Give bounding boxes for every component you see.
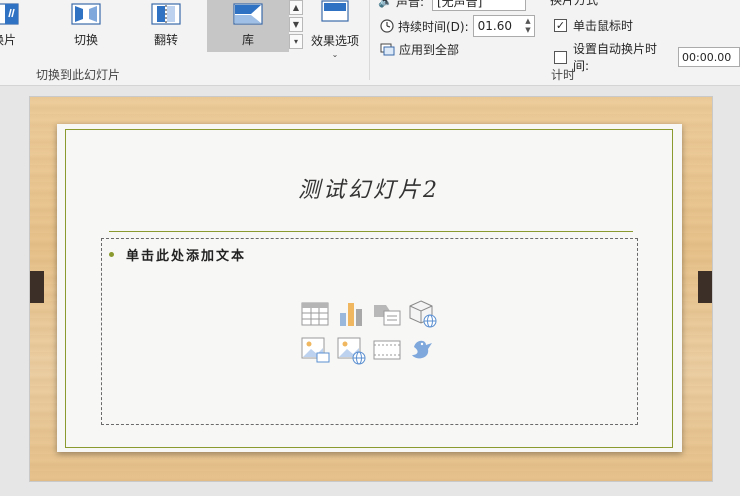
video-icon[interactable] xyxy=(372,335,402,365)
gallery-scroll-down[interactable]: ▼ xyxy=(289,17,303,32)
transition-cut[interactable]: 换片 xyxy=(0,0,30,52)
transition-switch-label: 切换 xyxy=(73,33,98,47)
duration-label: 持续时间(D): xyxy=(398,19,469,34)
picture-icon[interactable] xyxy=(300,335,330,365)
gallery-more-button[interactable]: ▾ xyxy=(289,34,303,49)
spinner-arrows-icon[interactable]: ▲ ▼ xyxy=(525,17,533,35)
3d-model-icon[interactable] xyxy=(408,299,438,329)
slide-title[interactable]: 测试幻灯片2 xyxy=(65,172,673,204)
after-time-field[interactable]: 00:00.00 xyxy=(678,47,740,67)
switch-transition-icon xyxy=(71,3,101,25)
effect-options-icon xyxy=(321,0,349,22)
wood-tab-right xyxy=(698,271,712,303)
bullet-dot xyxy=(109,252,114,257)
effect-options-label: 效果选项 xyxy=(310,34,359,48)
after-checkbox[interactable] xyxy=(554,50,567,64)
icon-insert-icon[interactable] xyxy=(408,335,438,365)
clock-icon xyxy=(380,19,394,33)
flip-transition-icon xyxy=(151,3,181,25)
content-placeholder[interactable]: 单击此处添加文本 xyxy=(101,238,638,425)
sound-label: 声音: xyxy=(395,0,424,9)
transition-gallery[interactable]: 库 xyxy=(207,0,289,52)
advance-heading: 换片方式 xyxy=(550,0,598,8)
gallery-scroll: ▲ ▼ ▾ xyxy=(289,0,305,51)
after-label: 设置自动换片时间: xyxy=(573,42,658,73)
on-click-row[interactable]: ✓ 单击鼠标时 xyxy=(554,17,633,34)
chevron-down-icon: ⌄ xyxy=(331,50,339,59)
advance-heading-text: 换片方式 xyxy=(550,0,599,7)
apply-all-label: 应用到全部 xyxy=(399,43,460,57)
cut-transition-icon xyxy=(0,3,19,25)
duration-row: 持续时间(D): 01.60 ▲ ▼ xyxy=(380,15,535,37)
transition-gallery-label: 库 xyxy=(241,33,254,47)
table-icon[interactable] xyxy=(300,299,330,329)
smartart-icon[interactable] xyxy=(372,299,402,329)
on-click-label: 单击鼠标时 xyxy=(573,19,634,33)
apply-all-icon xyxy=(380,43,395,55)
timing-divider xyxy=(538,0,539,56)
transition-flip-label: 翻转 xyxy=(153,33,178,47)
slide-canvas[interactable]: 测试幻灯片2 单击此处添加文本 xyxy=(30,97,712,481)
gallery-transition-icon xyxy=(233,3,263,25)
wood-tab-left xyxy=(30,271,44,303)
chart-icon[interactable] xyxy=(336,299,366,329)
bullet-item[interactable]: 单击此处添加文本 xyxy=(109,245,246,264)
group-label-timing: 计时 xyxy=(551,68,576,82)
apply-all-button[interactable]: 应用到全部 xyxy=(380,41,459,58)
bullet-text: 单击此处添加文本 xyxy=(126,249,247,264)
duration-spinner[interactable]: 01.60 ▲ ▼ xyxy=(472,15,535,37)
duration-value: 01.60 xyxy=(477,19,513,33)
transition-flip[interactable]: 翻转 xyxy=(140,0,192,52)
ribbon: 换片 切换 翻转 库 ▲ ▼ ▾ xyxy=(0,0,740,86)
effect-options-button[interactable]: 效果选项 ⌄ xyxy=(307,0,363,59)
transition-switch[interactable]: 切换 xyxy=(60,0,112,52)
sound-select[interactable]: [无声音] xyxy=(432,0,526,11)
group-separator xyxy=(369,0,370,80)
slide-paper: 测试幻灯片2 单击此处添加文本 xyxy=(57,124,682,452)
transition-cut-label: 换片 xyxy=(0,33,16,47)
online-picture-icon[interactable] xyxy=(336,335,366,365)
after-time-value: 00:00.00 xyxy=(682,50,732,64)
gallery-scroll-up[interactable]: ▲ xyxy=(289,0,303,15)
after-row: 设置自动换片时间: 00:00.00 xyxy=(554,40,740,74)
sound-value: [无声音] xyxy=(437,0,483,9)
sound-row: 🔈 声音: [无声音] xyxy=(378,0,526,11)
group-label-transition: 切换到此幻灯片 xyxy=(36,68,121,82)
title-underline xyxy=(109,231,633,232)
sound-icon: 🔈 xyxy=(378,0,393,8)
on-click-checkbox[interactable]: ✓ xyxy=(554,19,567,32)
